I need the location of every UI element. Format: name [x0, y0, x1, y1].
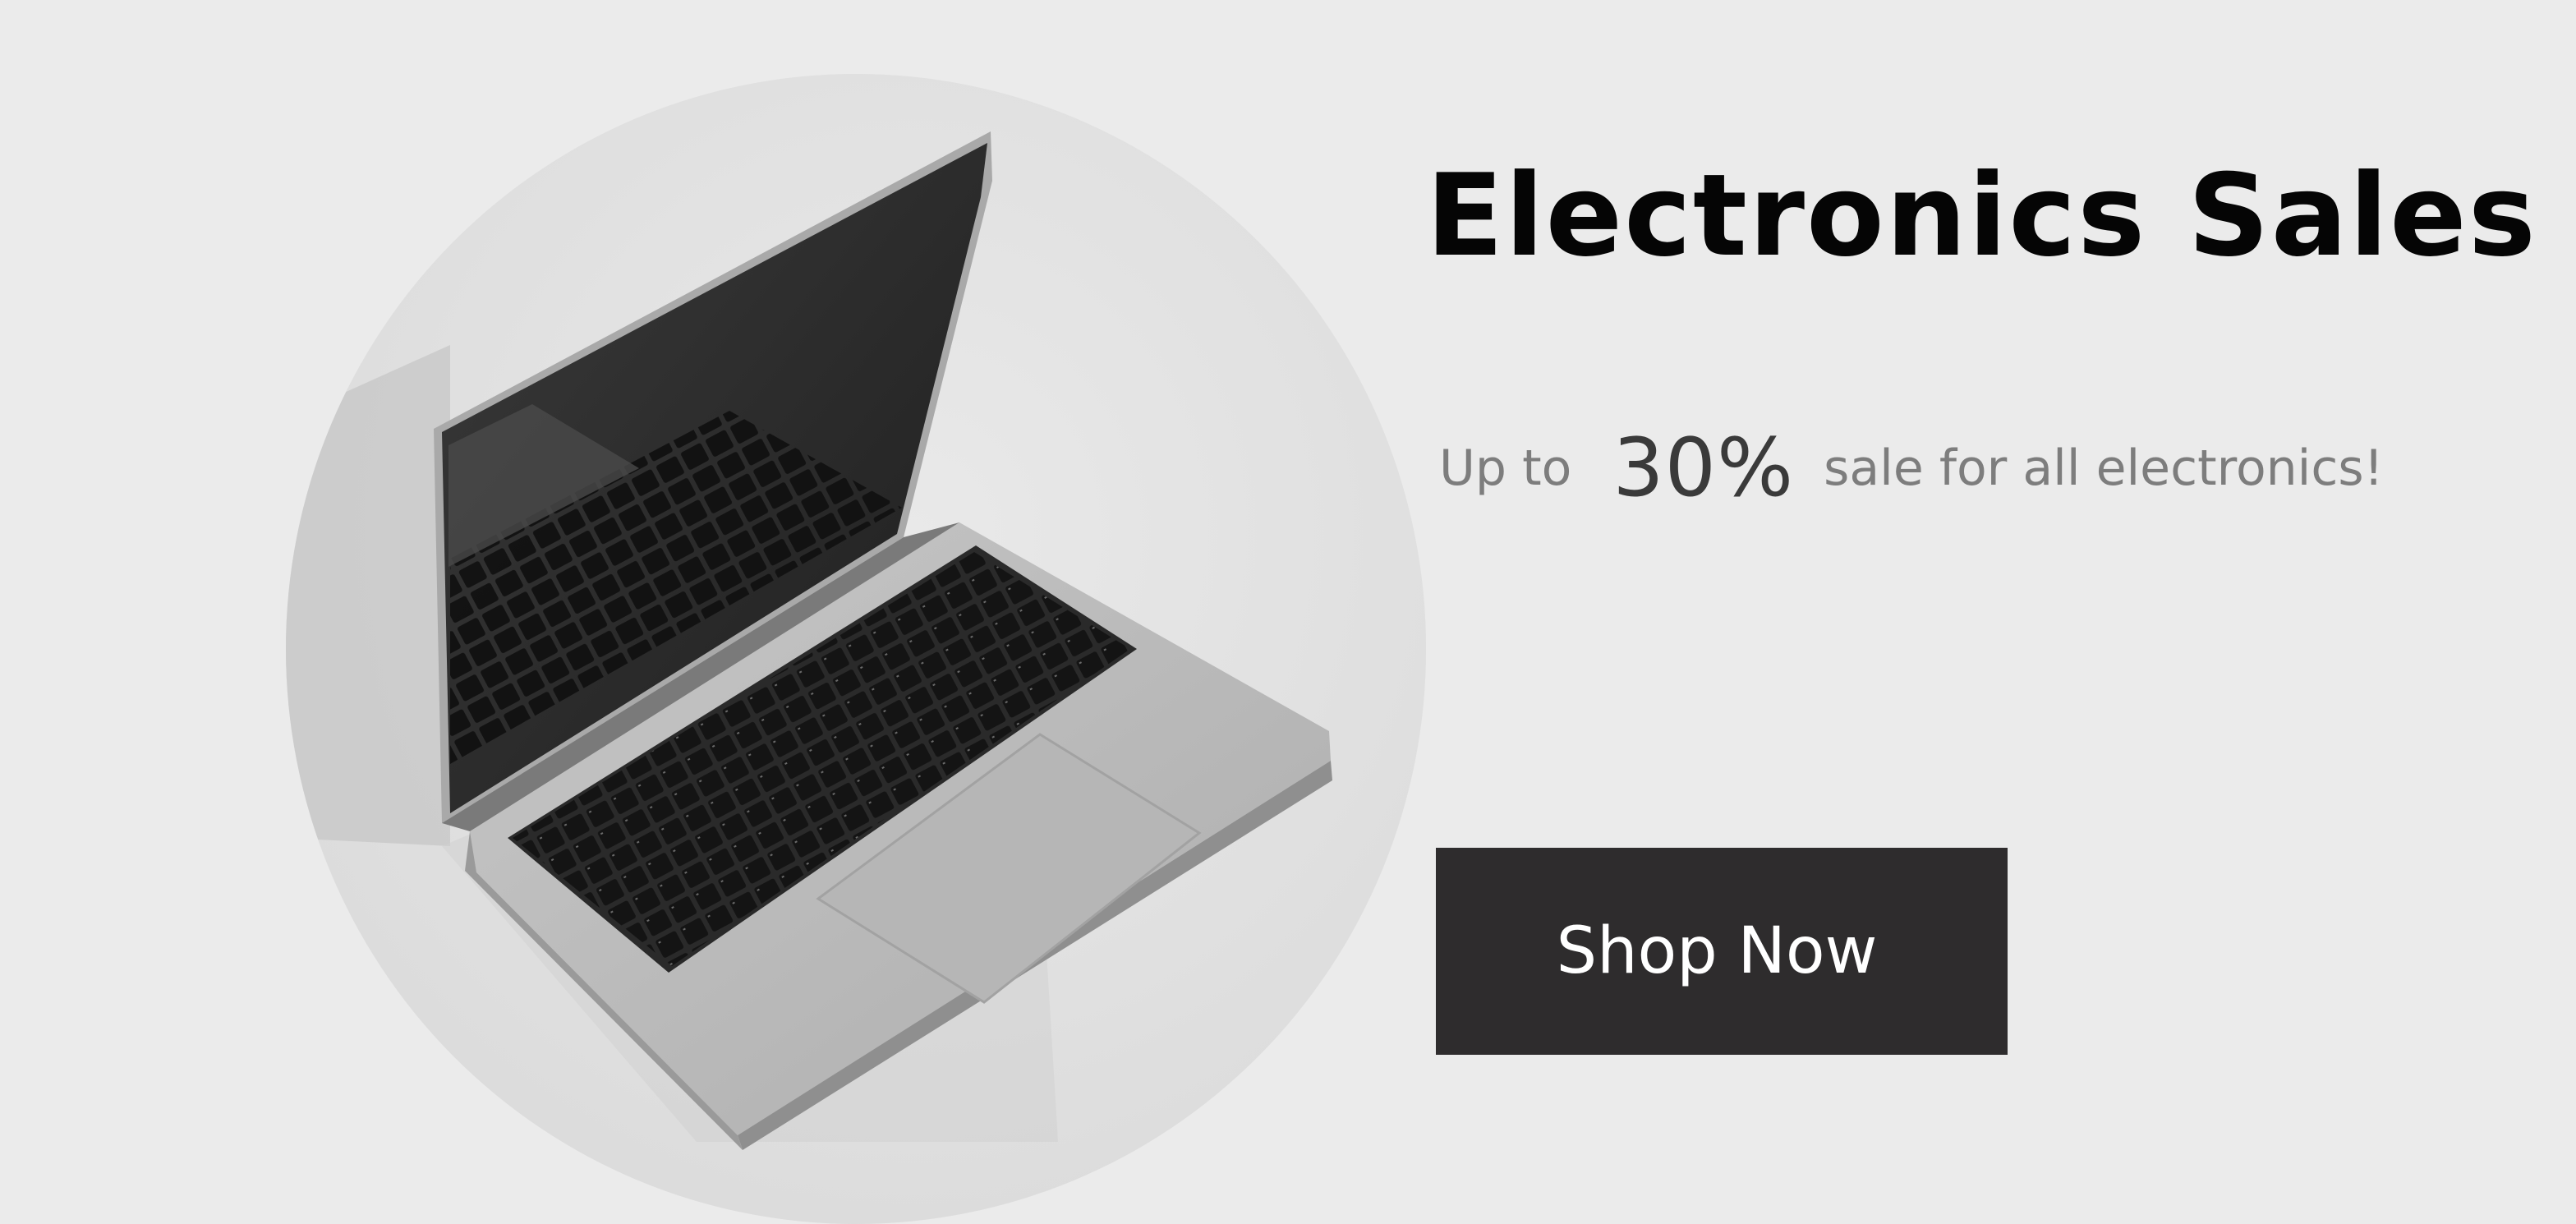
promo-subline: Up to 30% sale for all electronics!: [1439, 411, 2384, 526]
laptop-photo: [286, 74, 1426, 1224]
page-title: Electronics Sales: [1426, 150, 2537, 282]
laptop-icon: [286, 74, 1426, 1224]
subline-prefix: Up to: [1439, 439, 1572, 497]
shop-now-button[interactable]: Shop Now: [1436, 848, 2008, 1055]
subline-suffix: sale for all electronics!: [1824, 439, 2384, 497]
discount-percent: 30%: [1612, 421, 1795, 515]
